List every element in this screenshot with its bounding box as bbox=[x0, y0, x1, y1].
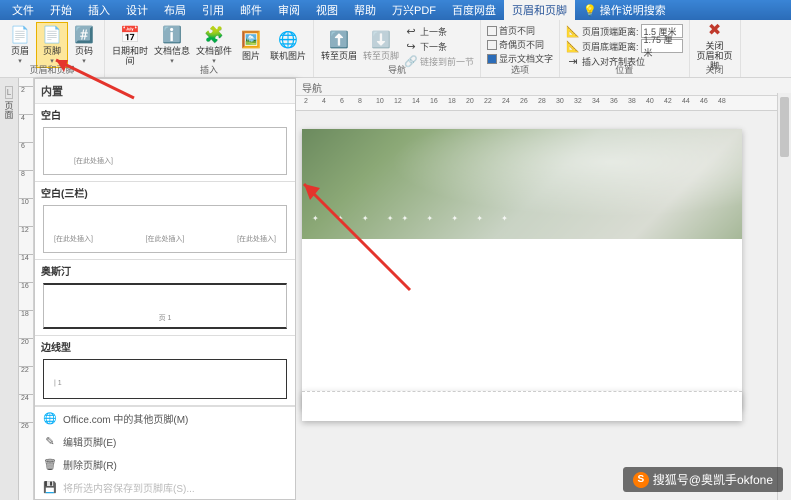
menu-insert[interactable]: 插入 bbox=[80, 0, 118, 21]
menu-review[interactable]: 审阅 bbox=[270, 0, 308, 21]
vertical-tab-page[interactable]: 页面 bbox=[3, 101, 16, 119]
goto-header-button[interactable]: ⬆️转至页眉 bbox=[318, 22, 360, 68]
online-picture-button[interactable]: 🌐联机图片 bbox=[267, 22, 309, 68]
footer-gallery-dropdown: 内置 空白 [在此处插入] 空白(三栏) [在此处插入] [在此处插入] [在此… bbox=[34, 78, 296, 500]
scroll-thumb[interactable] bbox=[780, 97, 789, 157]
header-icon: 📄 bbox=[10, 25, 30, 45]
first-page-diff-check[interactable]: 首页不同 bbox=[487, 24, 553, 37]
gallery-body[interactable]: 空白 [在此处插入] 空白(三栏) [在此处插入] [在此处插入] [在此处插入… bbox=[35, 104, 295, 406]
vertical-scrollbar[interactable] bbox=[777, 93, 791, 500]
menu-references[interactable]: 引用 bbox=[194, 0, 232, 21]
sohu-icon: S bbox=[633, 472, 649, 488]
goto-header-icon: ⬆️ bbox=[329, 30, 349, 50]
parts-icon: 🧩 bbox=[204, 25, 224, 45]
remove-icon: 🗑 bbox=[43, 458, 57, 472]
ribbon-group-options: 首页不同 奇偶页不同 显示文档文字 选项 bbox=[481, 20, 560, 77]
group-caption: 选项 bbox=[481, 63, 559, 76]
lightbulb-icon: 💡 bbox=[583, 4, 597, 17]
group-caption: 位置 bbox=[560, 63, 689, 76]
vertical-ruler: 2468101214161820222426 bbox=[19, 78, 34, 500]
ribbon-group-navigation: ⬆️转至页眉 ⬇️转至页脚 ↩上一条 ↪下一条 🔗链接到前一节 导航 bbox=[314, 20, 481, 77]
header-dist-icon: 📐 bbox=[566, 24, 580, 38]
checkbox-icon bbox=[487, 26, 497, 36]
corner-box: L bbox=[5, 86, 13, 99]
footer-dist-icon: 📐 bbox=[566, 39, 580, 53]
menu-mailings[interactable]: 邮件 bbox=[232, 0, 270, 21]
horizontal-ruler: 2468101214161820222426283032343638404244… bbox=[296, 96, 791, 111]
next-icon: ↪ bbox=[404, 39, 418, 53]
menu-file[interactable]: 文件 bbox=[4, 0, 42, 21]
checkbox-icon bbox=[487, 54, 497, 64]
left-tab-strip: L 页面 bbox=[0, 78, 19, 500]
page-break bbox=[302, 391, 742, 421]
menu-design[interactable]: 设计 bbox=[118, 0, 156, 21]
gallery-more-office[interactable]: 🌐Office.com 中的其他页脚(M) bbox=[35, 407, 295, 430]
doc-parts-button[interactable]: 🧩文档部件▾ bbox=[193, 22, 235, 68]
nav-prev[interactable]: ↩上一条 bbox=[404, 24, 474, 38]
ribbon-group-close: ✖关闭 页眉和页脚 关闭 bbox=[690, 20, 741, 77]
doc-info-button[interactable]: ℹ️文档信息▾ bbox=[151, 22, 193, 68]
picture-icon: 🖼️ bbox=[241, 30, 261, 50]
gallery-item-austin[interactable]: 奥斯汀 页 1 bbox=[35, 260, 295, 336]
header-button[interactable]: 📄页眉▾ bbox=[4, 22, 36, 68]
close-icon: ✖ bbox=[705, 20, 725, 40]
annotation-arrow bbox=[290, 170, 420, 303]
gallery-item-edgeline[interactable]: 边线型 | 1 bbox=[35, 336, 295, 406]
goto-footer-button[interactable]: ⬇️转至页脚 bbox=[360, 22, 402, 68]
gallery-menu: 🌐Office.com 中的其他页脚(M) ✎编辑页脚(E) 🗑删除页脚(R) … bbox=[35, 406, 295, 499]
menu-wxpdf[interactable]: 万兴PDF bbox=[384, 0, 444, 21]
nav-next[interactable]: ↪下一条 bbox=[404, 39, 474, 53]
tell-me-search[interactable]: 💡操作说明搜索 bbox=[575, 0, 674, 21]
calendar-icon: 📅 bbox=[120, 25, 140, 45]
globe-icon: 🌐 bbox=[43, 412, 57, 426]
checkbox-icon bbox=[487, 40, 497, 50]
nav-pane-header: 导航 bbox=[296, 78, 791, 96]
menu-view[interactable]: 视图 bbox=[308, 0, 346, 21]
annotation-arrow bbox=[34, 48, 144, 111]
gallery-save-selection: 💾将所选内容保存到页脚库(S)... bbox=[35, 476, 295, 499]
prev-icon: ↩ bbox=[404, 24, 418, 38]
info-icon: ℹ️ bbox=[162, 25, 182, 45]
gallery-preview: | 1 bbox=[43, 359, 287, 399]
footer-dist-label: 页眉底端距离: bbox=[582, 40, 639, 53]
menubar: 文件 开始 插入 设计 布局 引用 邮件 审阅 视图 帮助 万兴PDF 百度网盘… bbox=[0, 0, 791, 20]
online-picture-icon: 🌐 bbox=[278, 30, 298, 50]
ribbon-group-position: 📐页眉顶端距离:1.5 厘米 📐页眉底端距离:1.75 厘米 ⇥插入对齐制表位 … bbox=[560, 20, 690, 77]
menu-baidunetdisk[interactable]: 百度网盘 bbox=[444, 0, 504, 21]
gallery-preview: [在此处插入] [在此处插入] [在此处插入] bbox=[43, 205, 287, 253]
menu-home[interactable]: 开始 bbox=[42, 0, 80, 21]
picture-button[interactable]: 🖼️图片 bbox=[235, 22, 267, 68]
menu-layout[interactable]: 布局 bbox=[156, 0, 194, 21]
footer-icon: 📄 bbox=[42, 25, 62, 45]
goto-footer-icon: ⬇️ bbox=[371, 30, 391, 50]
watermark: S 搜狐号@奥凯手okfone bbox=[623, 467, 783, 492]
group-caption: 导航 bbox=[314, 63, 480, 76]
gallery-item-blank-3col[interactable]: 空白(三栏) [在此处插入] [在此处插入] [在此处插入] bbox=[35, 182, 295, 260]
gallery-item-blank[interactable]: 空白 [在此处插入] bbox=[35, 104, 295, 182]
gallery-edit-footer[interactable]: ✎编辑页脚(E) bbox=[35, 430, 295, 453]
footer-dist-spinner[interactable]: 1.75 厘米 bbox=[641, 39, 683, 53]
menu-header-footer[interactable]: 页眉和页脚 bbox=[504, 0, 575, 21]
odd-even-diff-check[interactable]: 奇偶页不同 bbox=[487, 38, 553, 51]
menu-help[interactable]: 帮助 bbox=[346, 0, 384, 21]
page-number-icon: #️⃣ bbox=[74, 25, 94, 45]
close-header-footer-button[interactable]: ✖关闭 页眉和页脚 bbox=[694, 22, 736, 68]
header-dist-label: 页眉顶端距离: bbox=[582, 25, 639, 38]
edit-icon: ✎ bbox=[43, 435, 57, 449]
gallery-remove-footer[interactable]: 🗑删除页脚(R) bbox=[35, 453, 295, 476]
gallery-preview: [在此处插入] bbox=[43, 127, 287, 175]
group-caption: 关闭 bbox=[690, 63, 740, 76]
save-icon: 💾 bbox=[43, 481, 57, 495]
gallery-preview: 页 1 bbox=[43, 283, 287, 329]
